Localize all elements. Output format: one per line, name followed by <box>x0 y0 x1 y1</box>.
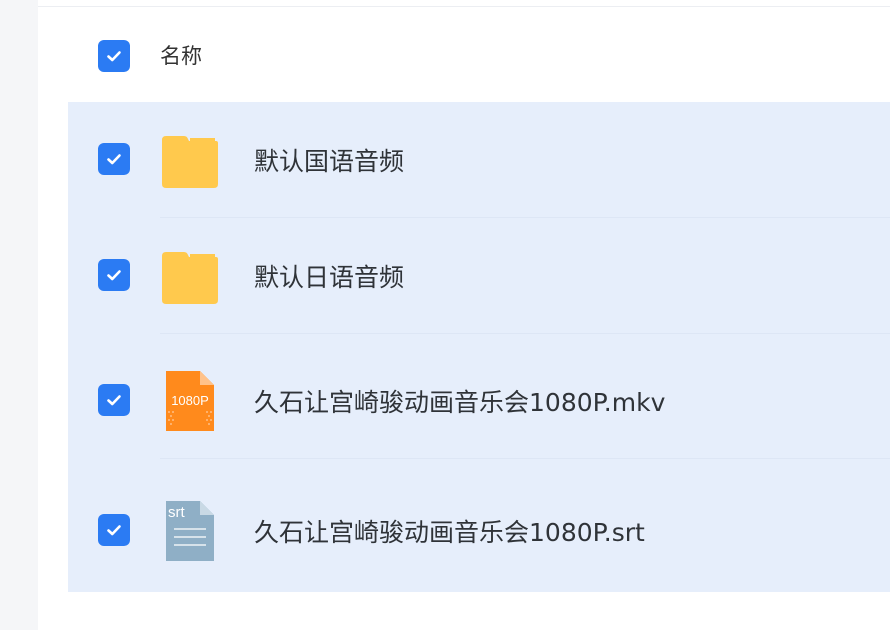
file-row[interactable]: 默认国语音频 <box>68 102 890 218</box>
subtitle-icon-label: srt <box>168 504 185 521</box>
video-icon-label: 1080P <box>171 393 209 408</box>
row-divider <box>160 458 890 459</box>
subtitle-file-icon: srt <box>166 501 214 561</box>
row-checkbox[interactable] <box>98 259 130 291</box>
file-row[interactable]: 1080P 久石让宫崎骏动画音乐会1080P.mkv <box>68 343 890 459</box>
file-list-header: 名称 <box>38 7 890 102</box>
file-name[interactable]: 默认日语音频 <box>254 218 404 334</box>
file-row[interactable]: srt 久石让宫崎骏动画音乐会1080P.srt <box>68 473 890 589</box>
row-checkbox[interactable] <box>98 514 130 546</box>
select-all-checkbox[interactable] <box>98 40 130 72</box>
file-name[interactable]: 久石让宫崎骏动画音乐会1080P.mkv <box>254 343 665 459</box>
check-icon <box>107 525 121 536</box>
check-icon <box>107 395 121 406</box>
folder-icon <box>162 252 218 304</box>
file-name[interactable]: 久石让宫崎骏动画音乐会1080P.srt <box>254 473 645 589</box>
file-list: 默认国语音频 默认日语音频 1080P 久石让宫崎骏动画音乐会1080P.mkv… <box>68 102 890 592</box>
file-row[interactable]: 默认日语音频 <box>68 218 890 334</box>
video-file-icon: 1080P <box>166 371 214 431</box>
row-checkbox[interactable] <box>98 143 130 175</box>
row-divider <box>160 333 890 334</box>
check-icon <box>107 51 121 62</box>
check-icon <box>107 270 121 281</box>
folder-icon <box>162 136 218 188</box>
row-checkbox[interactable] <box>98 384 130 416</box>
column-header-name[interactable]: 名称 <box>160 41 202 71</box>
left-sidebar-edge <box>0 0 38 630</box>
file-name[interactable]: 默认国语音频 <box>254 102 404 218</box>
check-icon <box>107 154 121 165</box>
